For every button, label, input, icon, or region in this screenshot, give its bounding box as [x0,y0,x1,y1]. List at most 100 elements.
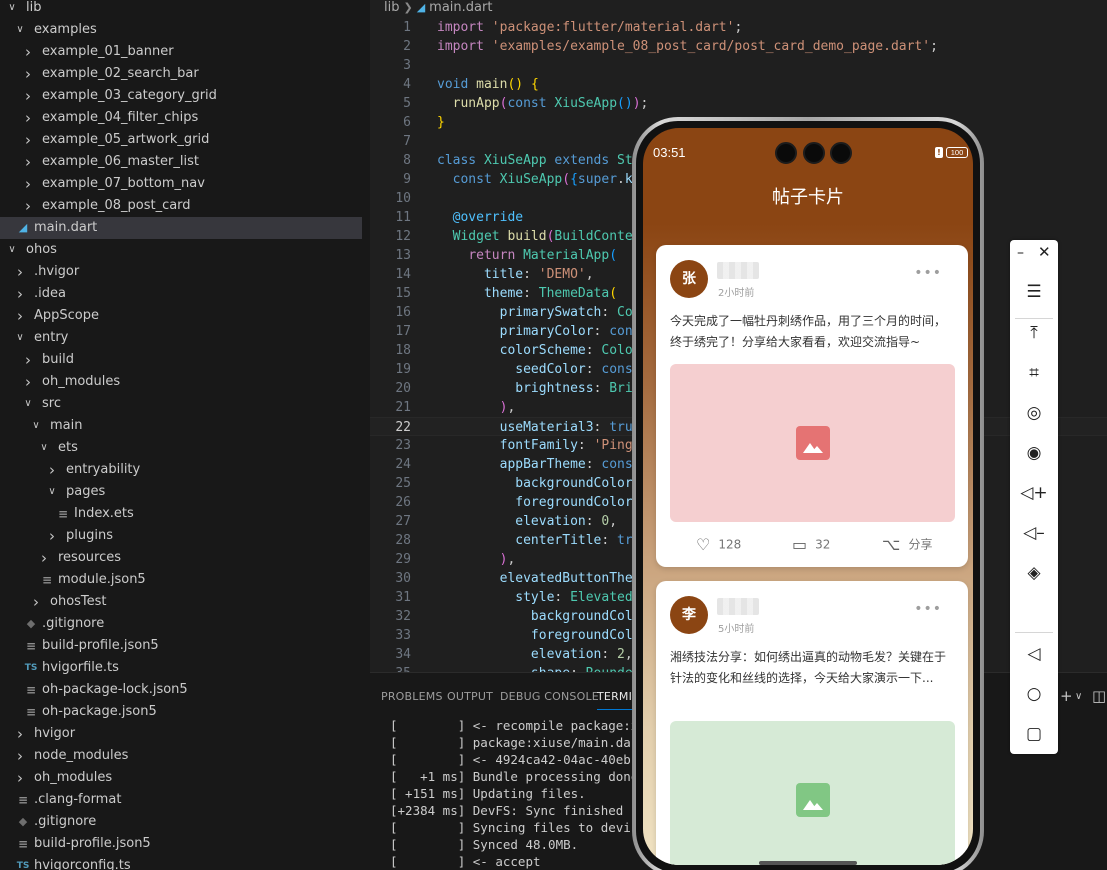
tree-file[interactable]: ◢ main.dart [0,217,362,239]
rotate-icon[interactable]: ◎ [1010,401,1058,425]
share-button[interactable]: ⌥ 分享 [882,534,932,554]
tree-file[interactable]: TS hvigorconfig.ts [0,855,362,870]
panel-tab-output[interactable]: OUTPUT [447,690,493,703]
panel-tab-problems[interactable]: PROBLEMS [381,690,443,703]
tree-folder[interactable]: ∨ pages [0,481,362,503]
tree-folder[interactable]: › ohosTest [0,591,362,613]
tree-file[interactable]: ≡ Index.ets [0,503,362,525]
post-card[interactable]: 李 5小时前 ••• 湘绣技法分享：如何绣出逼真的动物毛发？关键在于针法的变化和丝线的… [656,581,968,865]
tree-item-label: main.dart [34,220,98,235]
split-panel-icon[interactable]: ◫ [1092,687,1106,705]
back-icon[interactable]: ◁ [1010,642,1058,666]
code-token: ThemeData [538,286,610,301]
tree-folder[interactable]: › example_03_category_grid [0,85,362,107]
screenshot-crop-icon[interactable]: ⌗ [1010,361,1058,385]
more-icon[interactable]: ••• [914,602,942,616]
tree-item-label: example_08_post_card [42,198,191,213]
more-icon[interactable]: ••• [914,266,942,280]
tree-folder[interactable]: › build [0,349,362,371]
tree-folder[interactable]: › example_08_post_card [0,195,362,217]
share-icon: ⌥ [882,534,901,554]
tree-file[interactable]: ≡ build-profile.json5 [0,833,362,855]
fold-icon[interactable]: ◈ [1010,561,1058,585]
code-token: , [609,514,618,529]
tree-folder[interactable]: › example_04_filter_chips [0,107,362,129]
new-terminal-icon[interactable]: + [1060,687,1073,705]
breadcrumb-folder[interactable]: lib [384,0,399,15]
tree-folder[interactable]: › example_06_master_list [0,151,362,173]
home-icon[interactable]: ○ [1010,682,1058,706]
code-line[interactable]: 4 void main() { [370,75,1107,94]
post-image[interactable] [670,721,955,865]
tree-folder[interactable]: › example_01_banner [0,41,362,63]
tree-folder[interactable]: › .idea [0,283,362,305]
record-icon[interactable]: ◉ [1010,441,1058,465]
line-number: 2 [403,39,411,54]
chevron-down-icon[interactable]: ∨ [1075,691,1082,702]
menu-icon[interactable]: ☰ [1010,280,1058,304]
volume-down-icon[interactable]: ◁– [1010,521,1058,545]
code-token: main [476,77,508,92]
recents-icon[interactable]: ▢ [1010,722,1058,746]
line-number: 14 [395,267,411,282]
post-card[interactable]: 张 2小时前 ••• 今天完成了一幅牡丹刺绣作品，用了三个月的时间，终于绣完了！分享给… [656,245,968,567]
tree-file[interactable]: ≡ .clang-format [0,789,362,811]
tree-folder[interactable]: ∨ src [0,393,362,415]
tree-folder[interactable]: ∨ ets [0,437,362,459]
phone-screen[interactable]: 03:51 ! 100 帖子卡片 张 2小时前 ••• 今天完成了一幅牡丹刺绣作品，用… [643,128,973,865]
breadcrumb-file[interactable]: main.dart [429,0,492,15]
pin-top-icon[interactable]: ⤒ [1010,321,1058,345]
comment-button[interactable]: ▭ 32 [792,534,830,554]
code-token: : [601,647,618,662]
camera-icon [803,142,825,164]
tree-folder[interactable]: › hvigor [0,723,362,745]
tree-folder[interactable]: › node_modules [0,745,362,767]
breadcrumb: lib ❯ ◢ main.dart [384,0,492,18]
panel-tab-debug-console[interactable]: DEBUG CONSOLE [500,690,599,703]
tree-file[interactable]: ≡ module.json5 [0,569,362,591]
tree-folder[interactable]: › resources [0,547,362,569]
line-number: 19 [395,362,411,377]
code-line[interactable]: 5 runApp(const XiuSeApp()); [370,94,1107,113]
tree-file[interactable]: ≡ build-profile.json5 [0,635,362,657]
app-bar-title: 帖子卡片 [772,187,844,208]
tree-folder[interactable]: › AppScope [0,305,362,327]
code-line[interactable]: 3 [370,56,1107,75]
code-token: ( [609,248,618,263]
code-line[interactable]: 2 import 'examples/example_08_post_card/p… [370,37,1107,56]
tree-file[interactable]: TS hvigorfile.ts [0,657,362,679]
tree-folder[interactable]: ∨ entry [0,327,362,349]
status-bar: 03:51 ! 100 [643,128,973,178]
tree-folder[interactable]: › example_02_search_bar [0,63,362,85]
minimize-icon[interactable]: – [1017,245,1024,261]
chevron-down-icon: ∨ [16,332,24,343]
tree-file[interactable]: ◆ .gitignore [0,613,362,635]
code-line[interactable]: 1 import 'package:flutter/material.dart'; [370,18,1107,37]
tree-folder[interactable]: ∨ lib [0,0,362,19]
avatar[interactable]: 张 [670,260,708,298]
volume-up-icon[interactable]: ◁+ [1010,481,1058,505]
tree-folder[interactable]: › entryability [0,459,362,481]
tree-folder[interactable]: › .hvigor [0,261,362,283]
tree-folder[interactable]: ∨ main [0,415,362,437]
tree-file[interactable]: ≡ oh-package.json5 [0,701,362,723]
chevron-down-icon: ∨ [16,24,24,35]
close-icon[interactable]: ✕ [1038,243,1051,261]
home-indicator[interactable] [759,861,857,865]
tree-folder[interactable]: ∨ examples [0,19,362,41]
tree-file[interactable]: ◆ .gitignore [0,811,362,833]
tree-file[interactable]: ≡ oh-package-lock.json5 [0,679,362,701]
code-token: return [468,248,524,263]
avatar[interactable]: 李 [670,596,708,634]
tree-folder[interactable]: ∨ ohos [0,239,362,261]
post-image[interactable] [670,364,955,522]
tree-folder[interactable]: › example_05_artwork_grid [0,129,362,151]
tree-folder[interactable]: › example_07_bottom_nav [0,173,362,195]
tree-folder[interactable]: › oh_modules [0,767,362,789]
like-button[interactable]: ♡ 128 [696,534,741,554]
tree-folder[interactable]: › plugins [0,525,362,547]
tree-folder[interactable]: › oh_modules [0,371,362,393]
